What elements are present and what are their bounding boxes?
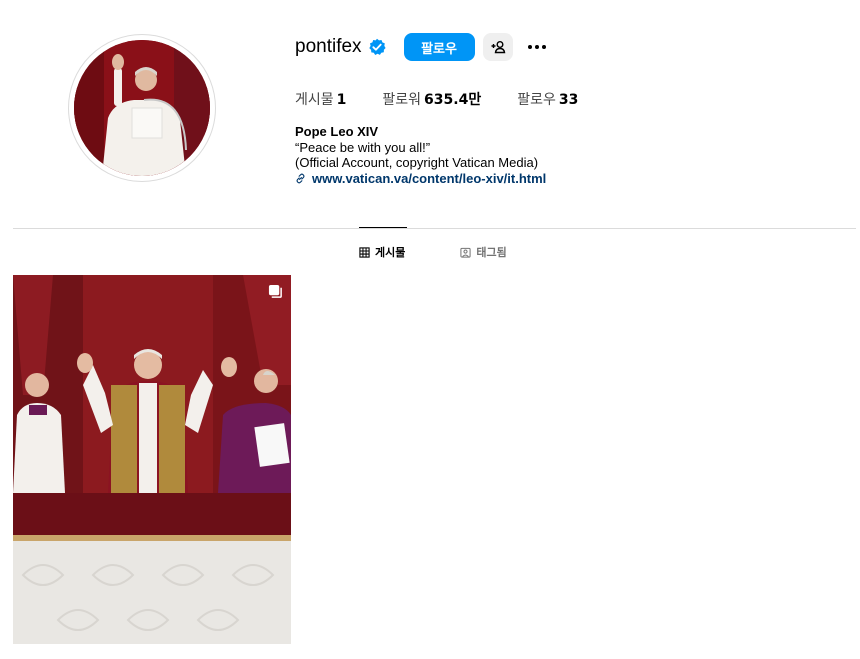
- tagged-icon: [460, 247, 471, 258]
- followers-value: 635.4만: [424, 92, 482, 108]
- following-count[interactable]: 팔로우 33: [517, 89, 578, 109]
- tab-posts[interactable]: 게시물: [359, 244, 405, 260]
- bio-line-2: (Official Account, copyright Vatican Med…: [295, 155, 539, 170]
- tab-tagged-label: 태그됨: [476, 246, 507, 259]
- posts-label: 게시물: [295, 92, 334, 108]
- posts-count: 게시물 1: [295, 89, 346, 109]
- username: pontifex: [295, 36, 362, 57]
- add-person-icon: [491, 41, 505, 54]
- profile-header: pontifex 팔로우: [295, 33, 549, 61]
- profile-bio: Pope Leo XIV “Peace be with you all!” (O…: [295, 124, 546, 186]
- post-thumbnail[interactable]: [13, 275, 291, 644]
- carousel-icon: [268, 284, 282, 298]
- post-image: [13, 275, 291, 644]
- tabs-divider: [13, 228, 856, 229]
- link-icon: [296, 173, 305, 184]
- profile-avatar-ring[interactable]: [68, 34, 216, 182]
- bio-link[interactable]: www.vatican.va/content/leo-xiv/it.html: [295, 171, 546, 187]
- more-options-button[interactable]: [525, 35, 549, 59]
- follow-button[interactable]: 팔로우: [403, 33, 475, 61]
- following-label: 팔로우: [517, 92, 556, 108]
- bio-line-1: “Peace be with you all!”: [295, 139, 431, 155]
- active-tab-indicator: [359, 227, 407, 228]
- following-value: 33: [558, 92, 579, 108]
- tab-tagged[interactable]: 태그됨: [460, 244, 507, 260]
- more-options-icon: [527, 45, 546, 49]
- suggested-users-button[interactable]: [482, 33, 513, 61]
- followers-count[interactable]: 팔로워 635.4만: [382, 89, 481, 109]
- posts-value: 1: [336, 92, 347, 108]
- profile-avatar: [74, 40, 210, 176]
- avatar-image: [74, 40, 210, 176]
- verified-badge-icon: [368, 38, 386, 56]
- grid-icon: [359, 246, 370, 258]
- display-name: Pope Leo XIV: [295, 124, 379, 139]
- tab-posts-label: 게시물: [375, 246, 406, 259]
- profile-tabs: 게시물 태그됨: [359, 244, 562, 260]
- followers-label: 팔로워: [382, 92, 422, 108]
- profile-stats: 게시물 1 팔로워 635.4만 팔로우 33: [295, 89, 614, 109]
- bio-link-text: www.vatican.va/content/leo-xiv/it.html: [312, 170, 547, 186]
